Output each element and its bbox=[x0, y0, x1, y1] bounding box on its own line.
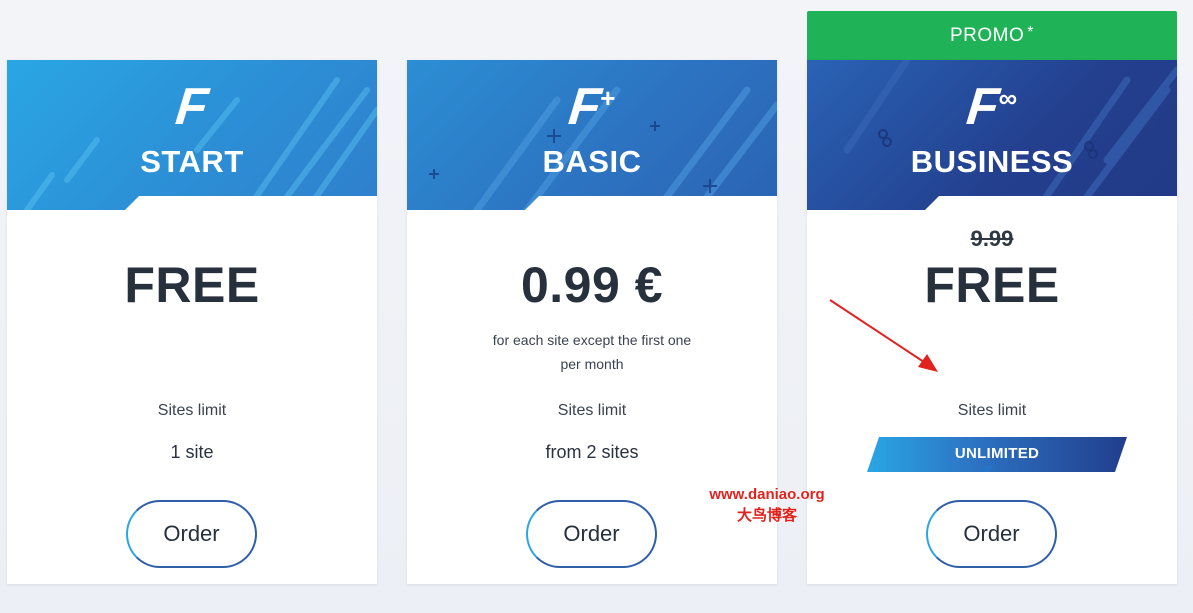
header-notch bbox=[7, 196, 377, 210]
infinity-icon: ∞ bbox=[998, 83, 1018, 113]
logo-mark: F bbox=[173, 78, 209, 136]
plan-name: BUSINESS bbox=[910, 144, 1074, 179]
price-period: per month bbox=[560, 356, 624, 372]
promo-label: PROMO bbox=[949, 24, 1025, 46]
plan-logo: F + bbox=[407, 78, 777, 136]
promo-banner: PROMO * bbox=[807, 11, 1177, 60]
old-price: 9.99 bbox=[970, 226, 1014, 251]
plan-header-start: F START bbox=[7, 60, 377, 210]
watermark-name: 大鸟博客 bbox=[736, 507, 797, 524]
sites-limit-label: Sites limit bbox=[957, 402, 1027, 419]
plan-name: START bbox=[140, 144, 244, 179]
logo-mark: F bbox=[963, 78, 1000, 136]
sites-limit-label: Sites limit bbox=[557, 402, 627, 419]
sites-limit-value: from 2 sites bbox=[545, 442, 639, 462]
watermark: www.daniao.org 大鸟博客 bbox=[697, 486, 837, 525]
plan-name: BASIC bbox=[542, 144, 642, 179]
plan-price: FREE bbox=[124, 257, 260, 313]
plan-header-business: F ∞ BUSINESS bbox=[807, 60, 1177, 210]
unlimited-badge: UNLIMITED bbox=[867, 437, 1127, 472]
header-notch bbox=[407, 196, 777, 210]
logo-mark: F bbox=[565, 78, 602, 136]
order-button[interactable]: Order bbox=[526, 500, 657, 568]
promo-asterisk: * bbox=[1027, 23, 1034, 41]
sites-limit-label: Sites limit bbox=[157, 402, 227, 419]
order-button[interactable]: Order bbox=[926, 500, 1057, 568]
price-note: for each site except the first one bbox=[492, 332, 692, 348]
plan-price: 0.99 € bbox=[520, 257, 663, 313]
plan-body: 9.99 FREE Sites limit UNLIMITED Order bbox=[807, 210, 1177, 584]
sites-limit-value: 1 site bbox=[170, 442, 214, 462]
plan-card-start: F START FREE Sites limit 1 site Order bbox=[7, 60, 377, 584]
order-button[interactable]: Order bbox=[126, 500, 257, 568]
plan-body: 0.99 € for each site except the first on… bbox=[407, 210, 777, 584]
logo-suffix: + bbox=[600, 83, 616, 113]
pricing-page: F START FREE Sites limit 1 site Order F … bbox=[0, 0, 1193, 613]
watermark-url: www.daniao.org bbox=[709, 486, 825, 503]
plan-logo: F bbox=[7, 78, 377, 136]
header-notch bbox=[807, 196, 1177, 210]
plan-header-basic: F + BASIC bbox=[407, 60, 777, 210]
plan-body: FREE Sites limit 1 site Order bbox=[7, 210, 377, 584]
plan-logo: F ∞ bbox=[807, 78, 1177, 136]
sites-limit-value: UNLIMITED bbox=[954, 445, 1040, 462]
red-arrow-icon bbox=[829, 299, 938, 372]
